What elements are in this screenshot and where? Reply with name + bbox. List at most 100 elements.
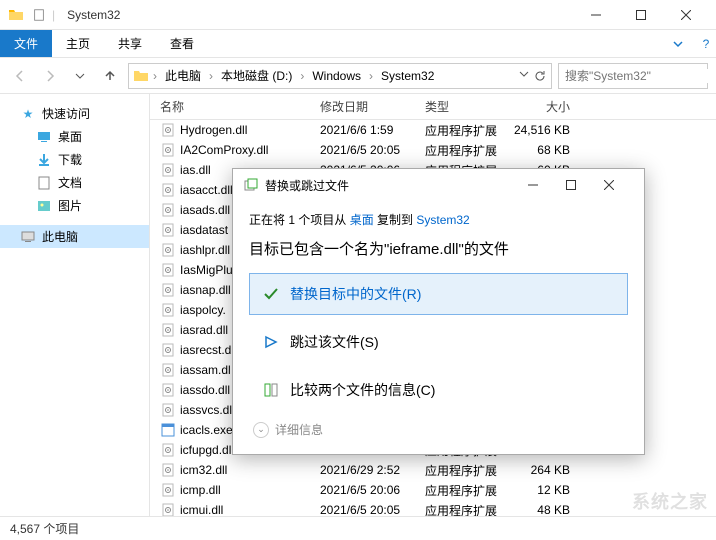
dialog-dest-link[interactable]: System32 — [416, 213, 469, 227]
tab-view[interactable]: 查看 — [156, 30, 208, 57]
close-button[interactable] — [663, 1, 708, 29]
star-icon: ★ — [20, 106, 36, 122]
column-date[interactable]: 修改日期 — [320, 98, 425, 115]
file-icon — [160, 342, 176, 358]
file-icon — [160, 122, 176, 138]
file-name: ias.dll — [180, 163, 211, 177]
file-name: Hydrogen.dll — [180, 123, 247, 137]
status-item-count: 4,567 个项目 — [10, 520, 79, 537]
sidebar-downloads[interactable]: 下载 — [0, 148, 149, 171]
file-name: icm32.dll — [180, 463, 227, 477]
file-icon — [160, 242, 176, 258]
dialog-close-button[interactable] — [604, 180, 634, 190]
file-row[interactable]: Hydrogen.dll2021/6/6 1:59应用程序扩展24,516 KB — [150, 120, 716, 140]
file-icon — [160, 302, 176, 318]
help-button[interactable]: ? — [696, 37, 716, 51]
address-bar[interactable]: › 此电脑 › 本地磁盘 (D:) › Windows › System32 — [128, 63, 552, 89]
column-type[interactable]: 类型 — [425, 98, 510, 115]
download-icon — [36, 152, 52, 168]
file-type: 应用程序扩展 — [425, 142, 510, 159]
sidebar-documents[interactable]: 文档 — [0, 171, 149, 194]
sidebar-pictures[interactable]: 图片 — [0, 194, 149, 217]
refresh-button[interactable] — [533, 69, 547, 83]
option-label: 替换目标中的文件(R) — [290, 284, 421, 304]
file-type: 应用程序扩展 — [425, 502, 510, 517]
window-title: System32 — [67, 8, 120, 22]
maximize-button[interactable] — [618, 1, 663, 29]
column-size[interactable]: 大小 — [510, 98, 580, 115]
copy-icon — [243, 177, 259, 193]
sidebar-this-pc[interactable]: 此电脑 — [0, 225, 149, 248]
dialog-copy-info: 正在将 1 个项目从 桌面 复制到 System32 — [249, 211, 628, 228]
nav-history-button[interactable] — [68, 64, 92, 88]
nav-up-button[interactable] — [98, 64, 122, 88]
crumb-this-pc[interactable]: 此电脑 — [161, 65, 205, 86]
file-icon — [160, 262, 176, 278]
tab-home[interactable]: 主页 — [52, 30, 104, 57]
dialog-maximize-button[interactable] — [566, 180, 596, 190]
file-name: iasacct.dll — [180, 183, 233, 197]
file-icon — [160, 142, 176, 158]
file-date: 2021/6/6 1:59 — [320, 123, 425, 137]
chevron-right-icon[interactable]: › — [207, 69, 215, 83]
option-compare[interactable]: 比较两个文件的信息(C) — [249, 369, 628, 411]
file-name: iasdatast — [180, 223, 228, 237]
crumb-drive[interactable]: 本地磁盘 (D:) — [217, 65, 296, 86]
chevron-right-icon[interactable]: › — [151, 69, 159, 83]
chevron-right-icon[interactable]: › — [367, 69, 375, 83]
nav-forward-button[interactable] — [38, 64, 62, 88]
sidebar-item-label: 快速访问 — [42, 105, 90, 122]
dialog-more-details[interactable]: ⌄ 详细信息 — [249, 421, 628, 438]
file-icon — [160, 162, 176, 178]
file-icon — [160, 322, 176, 338]
file-name: icfupgd.dll — [180, 443, 234, 457]
crumb-system32[interactable]: System32 — [377, 67, 438, 85]
file-icon — [160, 462, 176, 478]
crumb-windows[interactable]: Windows — [308, 67, 365, 85]
minimize-button[interactable] — [573, 1, 618, 29]
watermark: 系统之家 — [632, 488, 708, 514]
file-type: 应用程序扩展 — [425, 462, 510, 479]
tab-share[interactable]: 共享 — [104, 30, 156, 57]
pictures-icon — [36, 198, 52, 214]
folder-icon — [133, 68, 149, 84]
chevron-right-icon[interactable]: › — [298, 69, 306, 83]
doc-icon — [32, 8, 46, 22]
file-name: iassvcs.dl — [180, 403, 232, 417]
option-replace[interactable]: 替换目标中的文件(R) — [249, 273, 628, 315]
file-icon — [160, 362, 176, 378]
separator: | — [52, 8, 55, 22]
file-date: 2021/6/5 20:06 — [320, 483, 425, 497]
sidebar-item-label: 此电脑 — [42, 228, 78, 245]
ribbon-expand-button[interactable] — [660, 38, 696, 50]
dialog-minimize-button[interactable] — [528, 180, 558, 190]
file-row[interactable]: IA2ComProxy.dll2021/6/5 20:05应用程序扩展68 KB — [150, 140, 716, 160]
sidebar-quick-access[interactable]: ★ 快速访问 — [0, 102, 149, 125]
file-icon — [160, 202, 176, 218]
column-name[interactable]: 名称 — [150, 98, 320, 115]
dialog-source-link[interactable]: 桌面 — [350, 213, 374, 227]
file-name: iassdo.dll — [180, 383, 230, 397]
search-input[interactable] — [565, 69, 716, 83]
file-name: IA2ComProxy.dll — [180, 143, 268, 157]
file-date: 2021/6/5 20:05 — [320, 503, 425, 516]
search-box[interactable] — [558, 63, 708, 89]
file-name: iasrad.dll — [180, 323, 228, 337]
option-label: 跳过该文件(S) — [290, 332, 379, 352]
file-row[interactable]: icm32.dll2021/6/29 2:52应用程序扩展264 KB — [150, 460, 716, 480]
sidebar-item-label: 图片 — [58, 197, 82, 214]
nav-back-button[interactable] — [8, 64, 32, 88]
check-icon — [262, 285, 280, 303]
tab-file[interactable]: 文件 — [0, 30, 52, 57]
option-skip[interactable]: 跳过该文件(S) — [249, 321, 628, 363]
file-icon — [160, 442, 176, 458]
sidebar-item-label: 文档 — [58, 174, 82, 191]
column-headers: 名称 修改日期 类型 大小 — [150, 94, 716, 120]
file-type: 应用程序扩展 — [425, 122, 510, 139]
file-icon — [160, 222, 176, 238]
file-size: 48 KB — [510, 503, 580, 516]
sidebar-desktop[interactable]: 桌面 — [0, 125, 149, 148]
sidebar: ★ 快速访问 桌面 下载 文档 图片 此电脑 — [0, 94, 150, 516]
chevron-down-icon[interactable] — [519, 69, 529, 83]
dialog-heading: 目标已包含一个名为"ieframe.dll"的文件 — [249, 238, 628, 259]
